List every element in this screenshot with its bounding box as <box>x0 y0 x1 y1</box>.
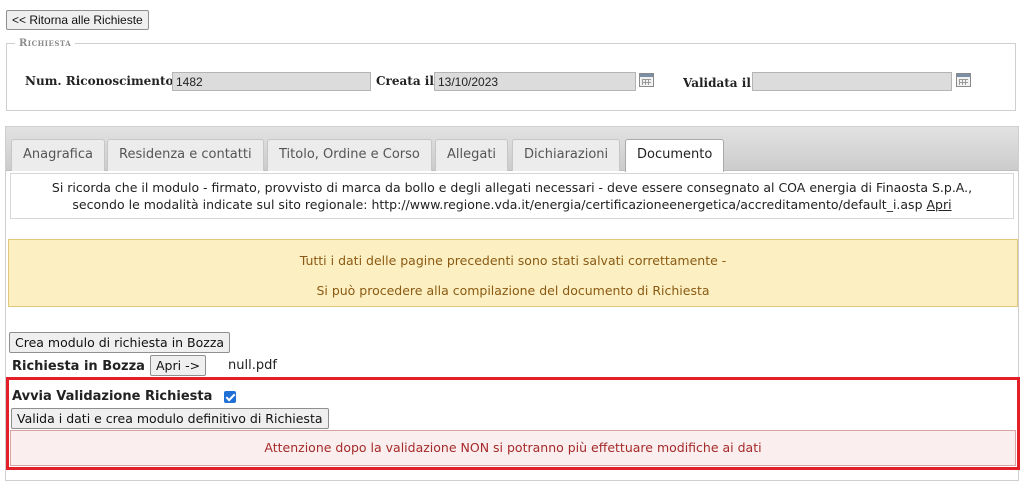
tab-bar: Anagrafica Residenza e contatti Titolo, … <box>6 127 1018 172</box>
back-to-requests-button[interactable]: << Ritorna alle Richieste <box>6 10 149 30</box>
notice-line-2: Si può procedere alla compilazione del d… <box>316 283 710 298</box>
validation-label: Avvia Validazione Richiesta <box>12 389 213 404</box>
validation-highlight: Avvia Validazione Richiesta Valida i dat… <box>6 377 1020 470</box>
created-label: Creata il <box>376 74 434 88</box>
tab-titolo[interactable]: Titolo, Ordine e Corso <box>267 139 432 171</box>
tab-documento[interactable]: Documento <box>625 139 725 172</box>
info-message: Si ricorda che il modulo - firmato, prov… <box>10 173 1014 219</box>
num-label: Num. Riconoscimento <box>25 74 174 88</box>
request-legend: Richiesta <box>19 38 72 49</box>
tab-dichiarazioni[interactable]: Dichiarazioni <box>512 139 621 171</box>
draft-label: Richiesta in Bozza <box>12 359 145 374</box>
tab-residenza[interactable]: Residenza e contatti <box>107 139 264 171</box>
saved-notice: Tutti i dati delle pagine precedenti son… <box>8 239 1018 307</box>
draft-filename: null.pdf <box>228 358 277 373</box>
created-input[interactable] <box>434 72 636 91</box>
calendar-icon[interactable] <box>639 73 654 87</box>
open-draft-button[interactable]: Apri -> <box>150 355 207 376</box>
calendar-icon[interactable] <box>956 73 971 87</box>
notice-line-1: Tutti i dati delle pagine precedenti son… <box>299 253 727 268</box>
validate-button[interactable]: Valida i dati e crea modulo definitivo d… <box>11 408 329 429</box>
validation-warning: Attenzione dopo la validazione NON si po… <box>10 430 1016 466</box>
validation-checkbox[interactable] <box>224 391 236 403</box>
document-panel: Anagrafica Residenza e contatti Titolo, … <box>5 126 1020 481</box>
tab-anagrafica[interactable]: Anagrafica <box>11 139 105 171</box>
tab-allegati[interactable]: Allegati <box>435 139 509 171</box>
info-line-2: secondo le modalità indicate sul sito re… <box>72 197 952 212</box>
validated-label: Validata il <box>683 76 751 90</box>
num-input[interactable] <box>172 72 371 91</box>
validated-input[interactable] <box>752 72 952 91</box>
info-line-1: Si ricorda che il modulo - firmato, prov… <box>51 180 973 195</box>
apri-link[interactable]: Apri <box>927 197 952 212</box>
create-draft-button[interactable]: Crea modulo di richiesta in Bozza <box>9 332 231 353</box>
